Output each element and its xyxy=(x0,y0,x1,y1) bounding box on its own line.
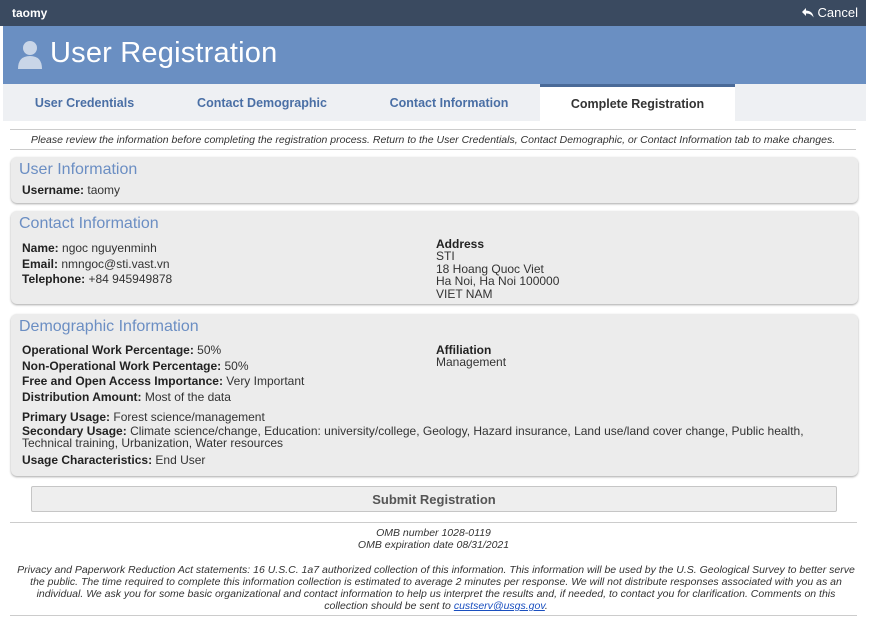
custserv-email-link[interactable]: custserv@usgs.gov xyxy=(454,600,545,612)
cancel-label: Cancel xyxy=(817,5,858,20)
operational-value: 50% xyxy=(197,343,222,357)
telephone-value: +84 945949878 xyxy=(88,272,173,286)
undo-arrow-icon xyxy=(801,7,814,17)
user-icon xyxy=(18,41,42,69)
username-value: taomy xyxy=(87,183,121,197)
telephone-label: Telephone: xyxy=(22,272,86,286)
affiliation-value: Management xyxy=(436,355,507,369)
non-operational-row: Non-Operational Work Percentage: 50% xyxy=(22,359,249,373)
footer-divider xyxy=(10,522,857,523)
primary-usage-row: Primary Usage: Forest science/management xyxy=(22,410,265,424)
address-block: STI 18 Hoang Quoc Viet Ha Noi, Ha Noi 10… xyxy=(436,250,559,300)
omb-number: OMB number 1028-0119 xyxy=(376,527,491,539)
usage-characteristics-row: Usage Characteristics: End User xyxy=(22,453,205,467)
privacy-end: . xyxy=(544,600,548,612)
footer-bottom-divider xyxy=(10,615,857,616)
user-information-panel: User Information Username: taomy xyxy=(11,157,858,203)
user-information-title: User Information xyxy=(19,161,138,178)
demographic-information-title: Demographic Information xyxy=(19,318,199,335)
operational-label: Operational Work Percentage: xyxy=(22,343,194,357)
primary-usage-value: Forest science/management xyxy=(113,410,265,424)
instructions-text: Please review the information before com… xyxy=(10,129,856,150)
operational-row: Operational Work Percentage: 50% xyxy=(22,343,221,357)
omb-expiration: OMB expiration date 08/31/2021 xyxy=(357,539,510,551)
tab-bar: User Credentials Contact Demographic Con… xyxy=(3,84,866,121)
usage-characteristics-label: Usage Characteristics: xyxy=(22,453,153,467)
distribution-value: Most of the data xyxy=(144,390,231,404)
contact-information-panel: Contact Information Name: ngoc nguyenmin… xyxy=(11,211,858,304)
username-label: Username: xyxy=(22,183,85,197)
foa-row: Free and Open Access Importance: Very Im… xyxy=(22,374,304,388)
secondary-usage-value: Climate science/change, Education: unive… xyxy=(22,424,804,450)
email-value: nmngoc@sti.vast.vn xyxy=(61,257,170,271)
non-operational-value: 50% xyxy=(224,359,249,373)
distribution-label: Distribution Amount: xyxy=(22,390,142,404)
topbar-username: taomy xyxy=(12,6,48,20)
contact-information-title: Contact Information xyxy=(19,215,159,232)
privacy-statement: Privacy and Paperwork Reduction Act stat… xyxy=(16,564,856,612)
address-line: STI xyxy=(436,249,455,263)
tab-contact-information[interactable]: Contact Information xyxy=(358,84,540,121)
foa-label: Free and Open Access Importance: xyxy=(22,374,223,388)
secondary-usage-row: Secondary Usage: Climate science/change,… xyxy=(22,425,842,449)
non-operational-label: Non-Operational Work Percentage: xyxy=(22,359,222,373)
tab-contact-demographic[interactable]: Contact Demographic xyxy=(166,84,358,121)
page-header: User Registration xyxy=(3,26,866,84)
foa-value: Very Important xyxy=(226,374,305,388)
name-value: ngoc nguyenminh xyxy=(62,241,157,255)
username-row: Username: taomy xyxy=(22,183,120,197)
email-row: Email: nmngoc@sti.vast.vn xyxy=(22,257,170,271)
usage-characteristics-value: End User xyxy=(155,453,206,467)
top-bar: taomy Cancel xyxy=(0,0,866,26)
submit-registration-button[interactable]: Submit Registration xyxy=(31,486,837,512)
name-row: Name: ngoc nguyenminh xyxy=(22,241,157,255)
email-label: Email: xyxy=(22,257,59,271)
page-title: User Registration xyxy=(50,37,278,69)
privacy-text: Privacy and Paperwork Reduction Act stat… xyxy=(17,564,855,612)
address-line: Ha Noi, Ha Noi 100000 xyxy=(436,274,560,288)
telephone-row: Telephone: +84 945949878 xyxy=(22,272,172,286)
tab-user-credentials[interactable]: User Credentials xyxy=(3,84,166,121)
distribution-row: Distribution Amount: Most of the data xyxy=(22,390,231,404)
cancel-button[interactable]: Cancel xyxy=(801,5,858,20)
tab-complete-registration[interactable]: Complete Registration xyxy=(540,84,735,121)
name-label: Name: xyxy=(22,241,59,255)
address-line: VIET NAM xyxy=(436,286,493,301)
demographic-information-panel: Demographic Information Operational Work… xyxy=(11,314,858,476)
primary-usage-label: Primary Usage: xyxy=(22,410,111,424)
